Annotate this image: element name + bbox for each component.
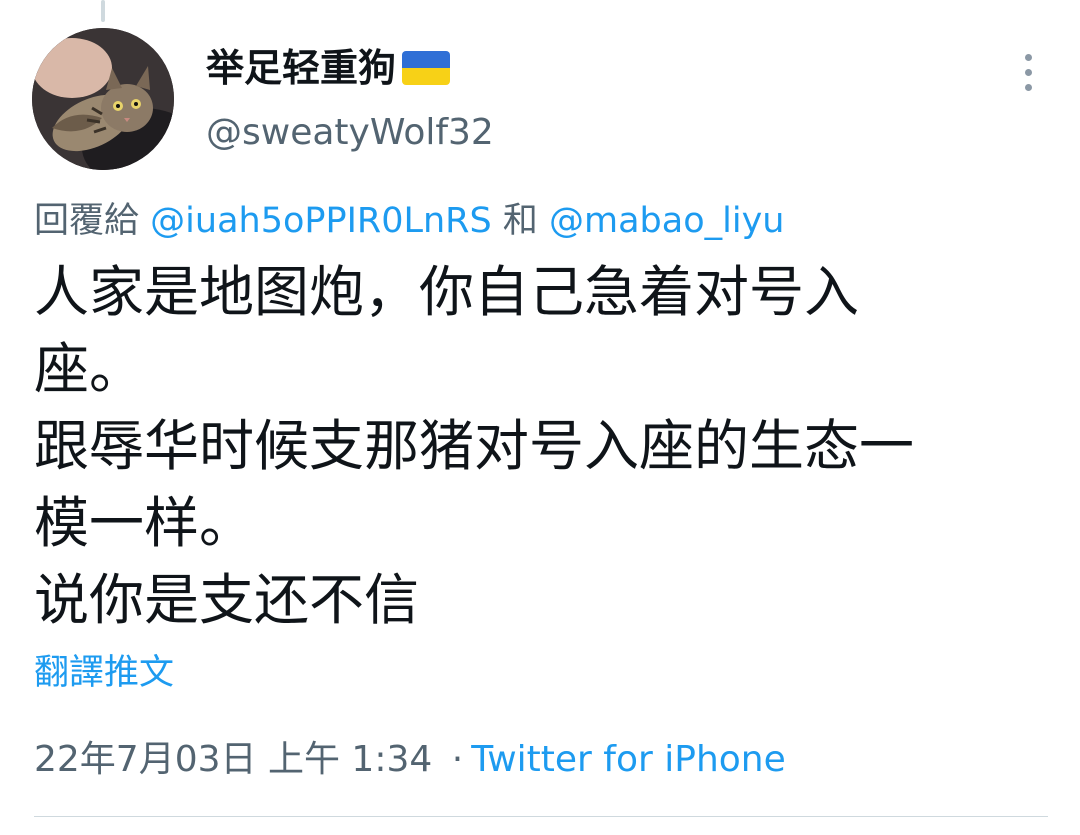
tweet-line: 说你是支还不信 bbox=[34, 568, 420, 632]
tweet-meta: 22年7月03日 上午 1:34 · Twitter for iPhone bbox=[34, 734, 786, 786]
tweet-date[interactable]: 22年7月03日 bbox=[34, 739, 257, 780]
tweet-line: 座。 bbox=[34, 337, 145, 401]
divider bbox=[34, 816, 1048, 817]
meta-separator: · bbox=[451, 739, 464, 780]
tweet-body: 人家是地图炮，你自己急着对号入 座。 跟辱华时候支那猪对号入座的生态一 模一样。… bbox=[34, 254, 1034, 639]
reply-prefix: 回覆給 bbox=[34, 201, 140, 241]
reply-mention-1[interactable]: @iuah5oPPIR0LnRS bbox=[150, 201, 492, 241]
translate-tweet-link[interactable]: 翻譯推文 bbox=[34, 648, 174, 698]
thread-connector-line bbox=[101, 0, 105, 22]
author-handle[interactable]: @sweatyWolf32 bbox=[206, 108, 494, 158]
more-options-icon[interactable] bbox=[1006, 50, 1050, 94]
tweet-line: 人家是地图炮，你自己急着对号入 bbox=[34, 260, 860, 324]
reply-joiner: 和 bbox=[502, 201, 538, 241]
tweet-line: 跟辱华时候支那猪对号入座的生态一 bbox=[34, 414, 915, 478]
replying-to-line: 回覆給 @iuah5oPPIR0LnRS 和 @mabao_liyu bbox=[34, 196, 784, 246]
ukraine-flag-icon bbox=[402, 51, 451, 85]
avatar[interactable] bbox=[32, 28, 174, 170]
display-name-text: 举足轻重狗 bbox=[206, 46, 397, 90]
avatar-cat-image bbox=[32, 28, 174, 170]
reply-mention-2[interactable]: @mabao_liyu bbox=[549, 201, 784, 241]
tweet-line: 模一样。 bbox=[34, 491, 255, 555]
author-display-name[interactable]: 举足轻重狗 bbox=[206, 42, 451, 94]
tweet-source-link[interactable]: Twitter for iPhone bbox=[471, 739, 786, 780]
tweet-time[interactable]: 上午 1:34 bbox=[268, 739, 432, 780]
